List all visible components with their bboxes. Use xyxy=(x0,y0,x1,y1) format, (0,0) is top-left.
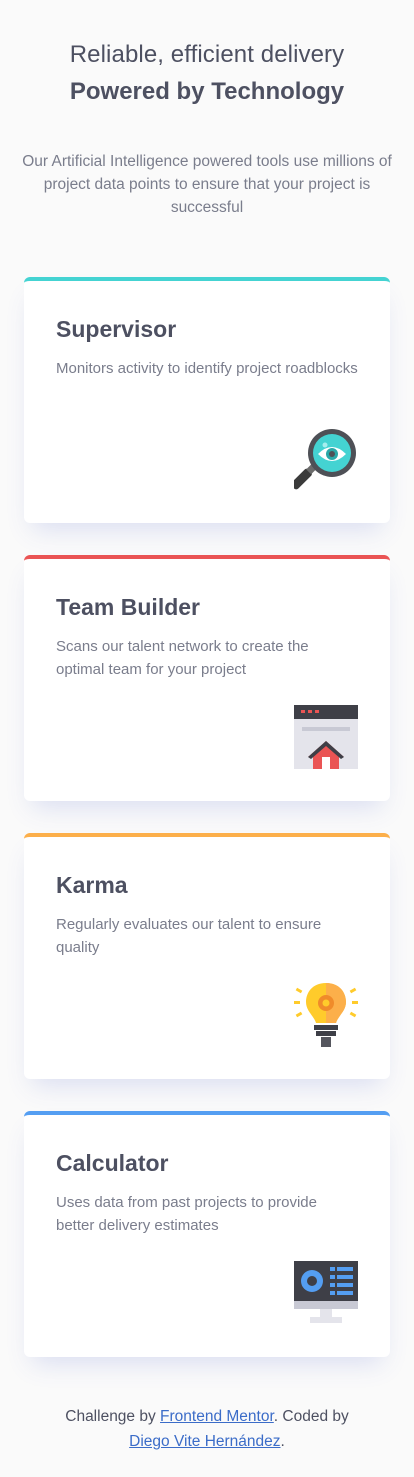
card-title: Team Builder xyxy=(56,594,200,620)
card-supervisor: Supervisor Monitors activity to identify… xyxy=(24,277,390,523)
header-title: Reliable, efficient delivery Powered by … xyxy=(0,38,414,110)
footer-suffix: . xyxy=(280,1433,285,1450)
footer-attribution: Challenge by Frontend Mentor. Coded by D… xyxy=(0,1404,414,1454)
magnifier-eye-icon xyxy=(294,429,356,490)
page: Reliable, efficient delivery Powered by … xyxy=(0,0,414,1477)
header-title-strong: Powered by Technology xyxy=(69,78,345,105)
card-team-builder: Team Builder Scans our talent network to… xyxy=(24,555,390,801)
card-title: Calculator xyxy=(56,1150,169,1176)
header: Reliable, efficient delivery Powered by … xyxy=(0,0,414,219)
frontend-mentor-link[interactable]: Frontend Mentor xyxy=(160,1408,274,1425)
header-description: Our Artificial Intelligence powered tool… xyxy=(22,153,392,216)
footer-prefix: Challenge by xyxy=(65,1408,161,1425)
cards-list: Supervisor Monitors activity to identify… xyxy=(0,277,414,1357)
card-text: Regularly evaluates our talent to ensure… xyxy=(56,916,322,956)
card-karma: Karma Regularly evaluates our talent to … xyxy=(24,833,390,1079)
card-text: Scans our talent network to create the o… xyxy=(56,638,309,678)
card-calculator: Calculator Uses data from past projects … xyxy=(24,1111,390,1357)
header-subtitle: Reliable, efficient delivery xyxy=(69,41,345,68)
card-text: Uses data from past projects to provide … xyxy=(56,1194,317,1234)
card-text: Monitors activity to identify project ro… xyxy=(56,360,358,377)
author-link[interactable]: Diego Vite Hernández xyxy=(129,1433,280,1450)
footer-middle: . Coded by xyxy=(273,1408,349,1425)
card-title: Supervisor xyxy=(56,316,177,342)
monitor-dashboard-icon xyxy=(294,1261,358,1323)
card-title: Karma xyxy=(56,872,128,898)
browser-house-icon xyxy=(294,705,358,769)
lightbulb-gear-icon xyxy=(294,983,358,1047)
